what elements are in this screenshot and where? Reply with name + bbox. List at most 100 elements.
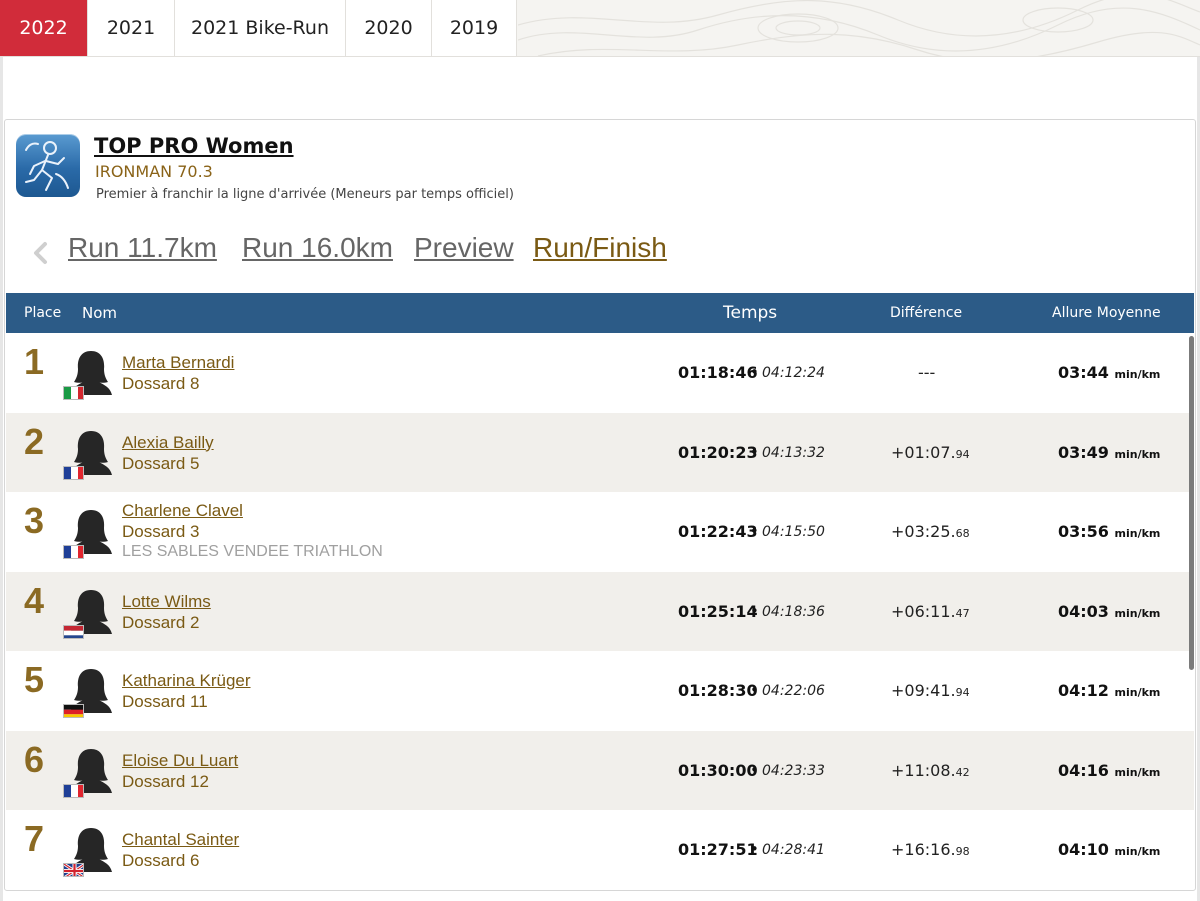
time-separator: • [750,601,759,620]
results-scrollbar[interactable] [1189,336,1194,670]
time-difference: +11:08.42 [891,761,970,780]
pace-unit: min/km [1114,527,1161,540]
split-time: 01:25:14 [678,601,758,621]
split-time: 01:28:30 [678,681,758,700]
pace-unit: min/km [1114,447,1161,461]
difference-main: +16:16. [891,840,956,859]
time-difference: --- [918,363,935,382]
average-pace: 04:12 min/km [1058,681,1160,700]
table-row[interactable]: 4 Lotte Wilms Dossard 2 01:25:14 • 04:18… [6,571,1194,651]
place-number: 2 [24,420,45,462]
time-difference: +09:41.94 [891,681,970,700]
average-pace: 03:56 min/km [1058,522,1160,541]
page-title[interactable]: TOP PRO Women [94,134,294,158]
split-run-11-7km[interactable]: Run 11.7km [68,232,217,264]
athlete-name-link[interactable]: Eloise Du Luart [122,751,238,771]
athlete-bib: Dossard 12 [122,771,209,791]
average-pace: 04:16 min/km [1058,761,1160,780]
athlete-name-link[interactable]: Charlene Clavel [122,501,243,521]
france-flag-icon [63,783,84,798]
chevron-left-icon[interactable] [30,240,52,266]
table-row[interactable]: 2 Alexia Bailly Dossard 5 01:20:23 • 04:… [6,412,1194,492]
overall-time: 04:28:41 [762,842,825,858]
table-row[interactable]: 7 Chantal Sainter Dossard 6 01:27:51 • 0… [6,810,1194,890]
column-temps[interactable]: Temps [723,293,777,333]
race-name: IRONMAN 70.3 [95,162,213,181]
overall-time: 04:12:24 [762,365,825,381]
difference-main: +11:08. [891,760,956,780]
split-time: 01:22:43 [678,522,758,541]
time-separator: • [750,760,759,779]
time-difference: +16:16.98 [891,840,970,859]
average-pace: 03:49 min/km [1058,443,1160,462]
split-run-finish[interactable]: Run/Finish [533,232,667,264]
athlete-bib: Dossard 3 [122,522,200,541]
pace-value: 03:49 [1058,442,1109,462]
difference-hundredths: 47 [955,606,970,620]
difference-main: +01:07. [891,442,956,462]
place-number: 7 [24,818,45,859]
average-pace: 04:03 min/km [1058,602,1160,621]
athlete-name-link[interactable]: Katharina Krüger [122,671,251,691]
table-row[interactable]: 3 Charlene Clavel Dossard 3 LES SABLES V… [6,492,1194,572]
tab-2022[interactable]: 2022 [0,0,88,56]
average-pace: 04:10 min/km [1058,840,1160,859]
table-row[interactable]: 1 Marta Bernardi Dossard 8 01:18:46 • 04… [6,333,1194,413]
time-difference: +03:25.68 [891,522,970,541]
athlete-bib: Dossard 8 [122,374,200,393]
tab-2021-bike-run[interactable]: 2021 Bike-Run [175,0,346,56]
overall-time: 04:18:36 [762,603,825,620]
table-row[interactable]: 5 Katharina Krüger Dossard 11 01:28:30 •… [6,651,1194,731]
column-nom[interactable]: Nom [82,293,117,333]
tab-2019[interactable]: 2019 [432,0,517,56]
difference-main: +09:41. [891,681,956,700]
athlete-name-link[interactable]: Alexia Bailly [122,433,214,453]
column-place[interactable]: Place [24,293,61,333]
time-separator: • [750,363,759,381]
athlete-name-link[interactable]: Chantal Sainter [122,830,239,850]
difference-hundredths: 94 [955,447,970,461]
tab-2020[interactable]: 2020 [346,0,432,56]
table-row[interactable]: 6 Eloise Du Luart Dossard 12 01:30:00 • … [6,730,1194,810]
pace-value: 03:56 [1058,522,1109,541]
difference-hundredths: 94 [955,686,970,699]
place-number: 6 [24,738,45,780]
place-number: 5 [24,659,45,700]
france-flag-icon [63,465,84,480]
pace-unit: min/km [1114,368,1161,381]
athlete-bib: Dossard 2 [122,612,200,632]
split-run-16-0km[interactable]: Run 16.0km [242,232,393,264]
topographic-background [518,0,1200,56]
column-allure[interactable]: Allure Moyenne [1052,293,1161,333]
athlete-name-link[interactable]: Lotte Wilms [122,592,211,612]
column-difference[interactable]: Différence [890,293,962,333]
runner-logo-icon [16,134,80,197]
athlete-name-link[interactable]: Marta Bernardi [122,353,234,373]
pace-unit: min/km [1114,765,1161,779]
results-table-header: Place Nom Temps Différence Allure Moyenn… [6,293,1194,333]
athlete-club: LES SABLES VENDEE TRIATHLON [122,543,383,560]
results-table-body: 1 Marta Bernardi Dossard 8 01:18:46 • 04… [6,333,1194,890]
pace-value: 04:10 [1058,840,1109,859]
tab-2021[interactable]: 2021 [88,0,175,56]
netherlands-flag-icon [63,624,84,639]
difference-hundredths: 98 [955,845,970,858]
pace-value: 04:16 [1058,760,1109,780]
split-preview[interactable]: Preview [414,232,514,264]
time-difference: +01:07.94 [891,443,970,462]
athlete-bib: Dossard 5 [122,453,200,473]
split-time: 01:27:51 [678,840,758,859]
germany-flag-icon [63,704,84,718]
time-difference: +06:11.47 [891,602,970,621]
page-frame-left [0,57,3,901]
year-tab-bar: 2022 2021 2021 Bike-Run 2020 2019 [0,0,1200,57]
average-pace: 03:44 min/km [1058,363,1160,382]
overall-time: 04:13:32 [762,444,825,461]
difference-main: --- [918,363,936,382]
difference-hundredths: 42 [955,765,970,779]
place-number: 1 [24,341,45,382]
overall-time: 04:22:06 [762,683,825,699]
overall-time: 04:15:50 [762,524,825,540]
pace-value: 04:12 [1058,681,1109,700]
athlete-bib: Dossard 6 [122,851,200,870]
